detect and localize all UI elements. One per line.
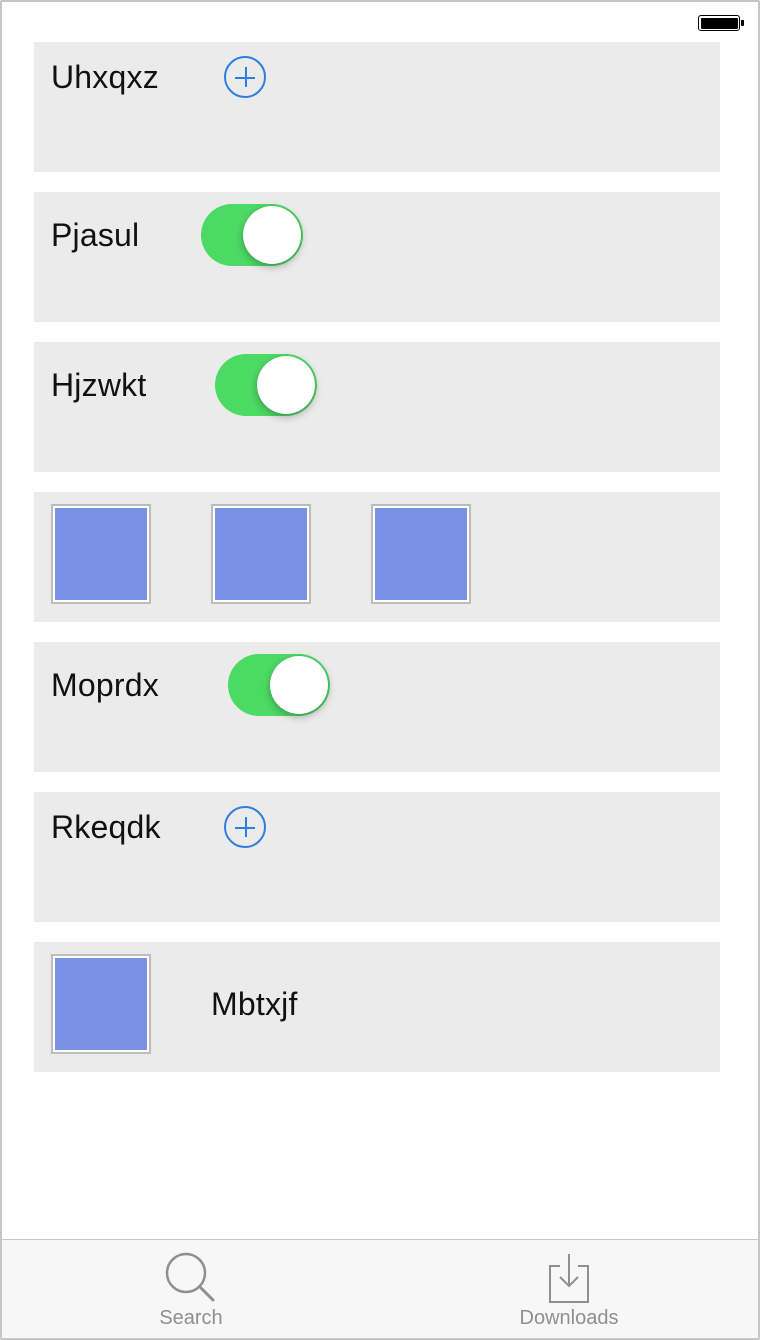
list-cell-thumbnails xyxy=(34,492,720,622)
moprdx-toggle[interactable] xyxy=(228,654,330,716)
pjasul-toggle[interactable] xyxy=(201,204,303,266)
battery-icon xyxy=(698,15,744,31)
hjzwkt-toggle[interactable] xyxy=(215,354,317,416)
list-cell-rkeqdk: Rkeqdk xyxy=(34,792,720,922)
toggle-knob xyxy=(257,356,315,414)
tab-downloads[interactable]: Downloads xyxy=(380,1240,758,1338)
list-cell-moprdx: Moprdx xyxy=(34,642,720,772)
cell-label: Moprdx xyxy=(51,667,159,703)
list-cell-hjzwkt: Hjzwkt xyxy=(34,342,720,472)
tab-label: Search xyxy=(159,1307,223,1329)
add-button[interactable] xyxy=(224,56,266,98)
download-tray-icon xyxy=(549,1254,589,1303)
magnifier-icon xyxy=(165,1252,215,1302)
image-thumbnail[interactable] xyxy=(211,504,311,604)
image-thumbnail[interactable] xyxy=(51,504,151,604)
list-cell-uhxqxz: Uhxqxz xyxy=(34,42,720,172)
tab-bar: Search Downloads xyxy=(2,1239,758,1338)
image-thumbnail[interactable] xyxy=(371,504,471,604)
cell-label: Rkeqdk xyxy=(51,809,161,845)
toggle-knob xyxy=(243,206,301,264)
add-button[interactable] xyxy=(224,806,266,848)
tab-label: Downloads xyxy=(519,1307,619,1329)
toggle-knob xyxy=(270,656,328,714)
cell-label: Hjzwkt xyxy=(51,367,147,403)
list-cell-pjasul: Pjasul xyxy=(34,192,720,322)
cell-label: Pjasul xyxy=(51,217,140,253)
image-thumbnail[interactable] xyxy=(51,954,151,1054)
app-screen: Uhxqxz Pjasul Hjzwkt Moprdx Rkeqdk Mbtxj… xyxy=(0,0,760,1340)
tab-search[interactable]: Search xyxy=(2,1240,380,1338)
cell-label: Mbtxjf xyxy=(211,986,298,1022)
list-cell-mbtxjf: Mbtxjf xyxy=(34,942,720,1072)
cell-label: Uhxqxz xyxy=(51,59,159,95)
